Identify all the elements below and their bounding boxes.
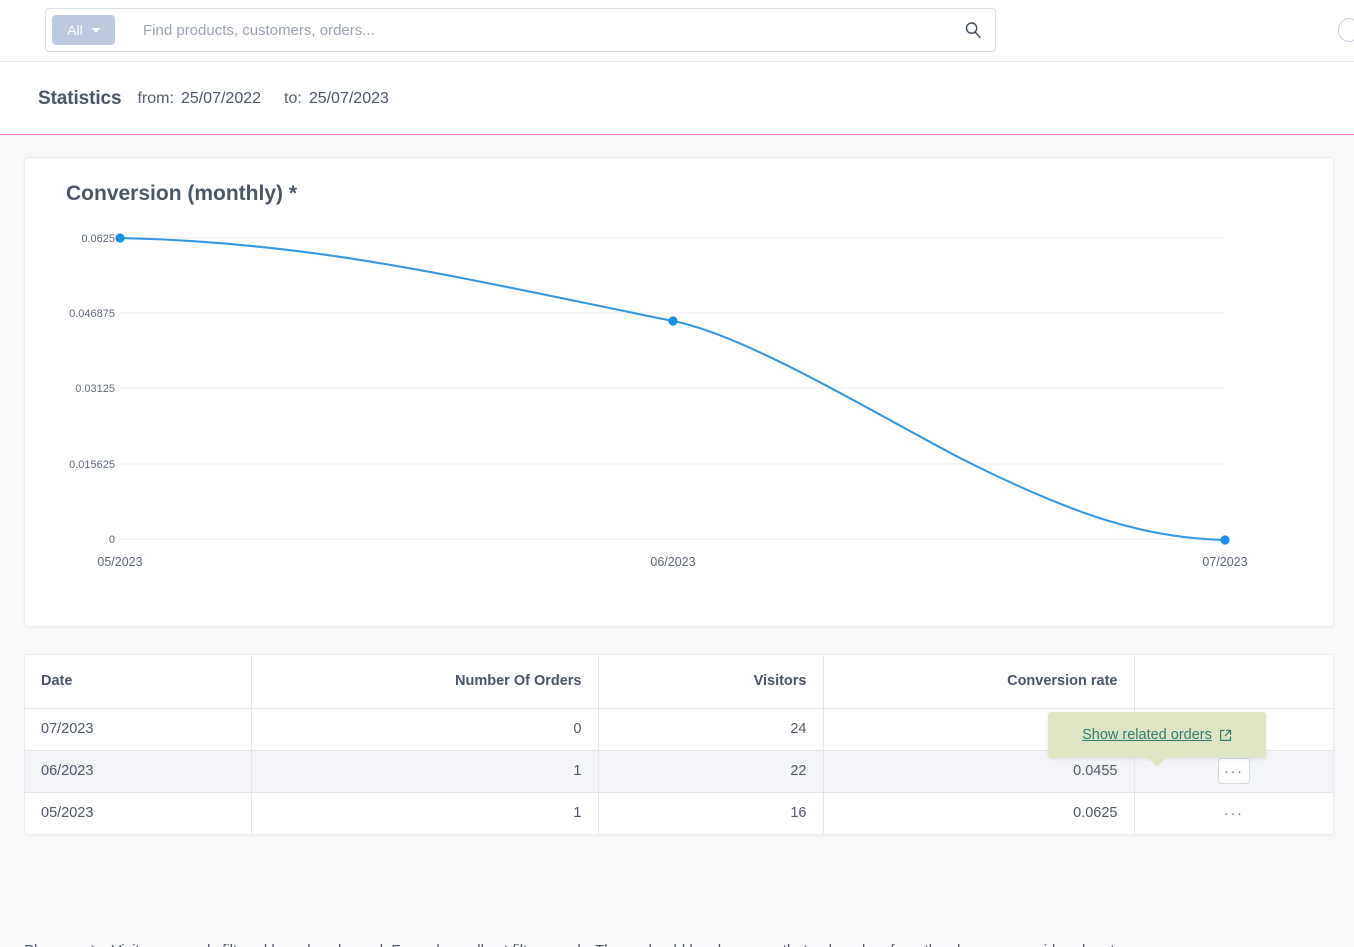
cell-date: 05/2023: [25, 792, 252, 834]
cell-orders: 1: [251, 792, 599, 834]
date-range-to-label: to:: [284, 89, 302, 107]
page-content: Conversion (monthly) * 0.0625 0.046875 0…: [0, 135, 1354, 947]
search-input[interactable]: [115, 21, 959, 39]
user-avatar[interactable]: [1338, 18, 1354, 42]
date-range-from-value[interactable]: 25/07/2022: [181, 90, 261, 108]
cell-rate: 0.0625: [823, 792, 1135, 834]
cell-date: 06/2023: [25, 750, 252, 793]
column-header-orders[interactable]: Number Of Orders: [251, 655, 599, 709]
chevron-down-icon: [91, 27, 100, 33]
x-tick-0: 05/2023: [97, 555, 142, 569]
search-scope-label: All: [67, 22, 83, 38]
y-tick-3: 0.015625: [69, 459, 115, 471]
search-icon[interactable]: [959, 21, 987, 39]
date-range-to-value[interactable]: 25/07/2023: [309, 90, 389, 108]
row-actions-menu-button[interactable]: ···: [1218, 800, 1250, 826]
cell-actions: ···: [1134, 792, 1333, 834]
y-tick-2: 0.03125: [75, 383, 115, 395]
cell-visitors: 22: [598, 750, 824, 793]
row-actions-popover: Show related orders: [1048, 712, 1266, 767]
data-point-06-2023[interactable]: [668, 316, 678, 326]
y-tick-0: 0.0625: [81, 233, 115, 245]
show-related-orders-link[interactable]: Show related orders: [1082, 727, 1232, 743]
conversion-chart-card: Conversion (monthly) * 0.0625 0.046875 0…: [24, 157, 1334, 627]
x-tick-1: 06/2023: [650, 555, 695, 569]
table-head: Date Number Of Orders Visitors Conversio…: [25, 655, 1333, 709]
column-header-actions: [1134, 655, 1333, 709]
column-header-rate[interactable]: Conversion rate: [823, 655, 1135, 709]
cell-orders: 1: [251, 750, 599, 793]
y-tick-4: 0: [109, 534, 115, 546]
data-point-05-2023[interactable]: [115, 233, 125, 243]
page-title: Statistics: [38, 87, 122, 109]
conversion-line-series: [118, 236, 1227, 542]
table-row[interactable]: 05/2023 1 16 0.0625 ···: [25, 792, 1333, 834]
search-container[interactable]: All: [45, 8, 996, 52]
column-header-visitors[interactable]: Visitors: [598, 655, 824, 709]
footer-note: Please note: Visitors are only filtered …: [24, 940, 1314, 947]
cell-visitors: 16: [598, 792, 824, 834]
data-point-07-2023[interactable]: [1220, 535, 1230, 545]
cell-date: 07/2023: [25, 708, 252, 751]
chart-area: 0.0625 0.046875 0.03125 0.015625 0 05/20…: [25, 158, 1333, 626]
search-scope-select[interactable]: All: [52, 15, 115, 45]
row-actions-menu-button[interactable]: ···: [1217, 758, 1250, 784]
date-range-from-label: from:: [137, 89, 174, 107]
cell-orders: 0: [251, 708, 599, 751]
y-tick-1: 0.046875: [69, 308, 115, 320]
column-header-date[interactable]: Date: [25, 655, 252, 709]
statistics-table-container: Date Number Of Orders Visitors Conversio…: [24, 654, 1334, 835]
page-header: Statistics from: 25/07/2022 to: 25/07/20…: [0, 62, 1354, 186]
date-range: from: 25/07/2022 to: 25/07/2023: [137, 90, 388, 108]
external-link-icon: [1219, 729, 1232, 741]
global-search-bar: All: [0, 0, 1354, 62]
table-header-row: Date Number Of Orders Visitors Conversio…: [25, 655, 1333, 709]
conversion-line-chart[interactable]: 0.0625 0.046875 0.03125 0.015625 0 05/20…: [25, 158, 1331, 628]
show-related-orders-label: Show related orders: [1082, 727, 1212, 743]
x-tick-2: 07/2023: [1202, 555, 1247, 569]
cell-visitors: 24: [598, 708, 824, 751]
